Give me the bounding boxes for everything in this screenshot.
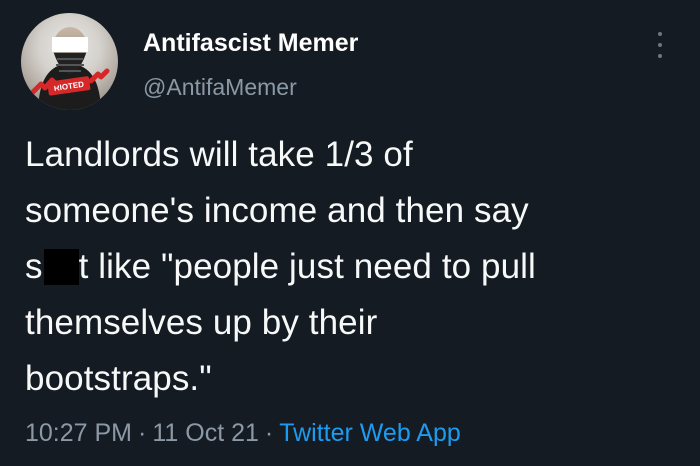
metadata-separator: · [138,419,147,447]
tweet-line: bootstraps." [25,359,212,398]
more-dot [658,43,662,47]
display-name[interactable]: Antifascist Memer [143,28,358,58]
tweet-line: someone's income and then say [25,191,529,230]
metadata-separator: · [264,419,274,447]
avatar-image: RIOTED [30,27,110,110]
tweet-time[interactable]: 10:27 PM [25,419,132,447]
censor-bar [43,249,79,285]
more-dot [658,54,662,58]
tweet-text: Landlords will take 1/3 of someone's inc… [25,127,680,407]
tweet-source-link[interactable]: Twitter Web App [279,419,461,447]
more-vertical-icon[interactable] [650,32,670,58]
avatar[interactable]: RIOTED [21,13,118,110]
tweet-line: themselves up by their [25,303,378,342]
tweet-date[interactable]: 11 Oct 21 [152,419,259,447]
more-dot [658,32,662,36]
tweet-line-suffix: t like "people just need to pull [78,247,536,286]
tweet-card: RIOTED Antifascist Memer @AntifaMemer La… [0,0,700,466]
tweet-line: s t like "people just need to pull [25,239,680,295]
tweet-metadata: 10:27 PM · 11 Oct 21 · Twitter Web App [25,418,461,448]
user-handle[interactable]: @AntifaMemer [143,73,297,101]
tweet-line: Landlords will take 1/3 of [25,135,413,174]
tweet-line-prefix: s [25,247,43,286]
